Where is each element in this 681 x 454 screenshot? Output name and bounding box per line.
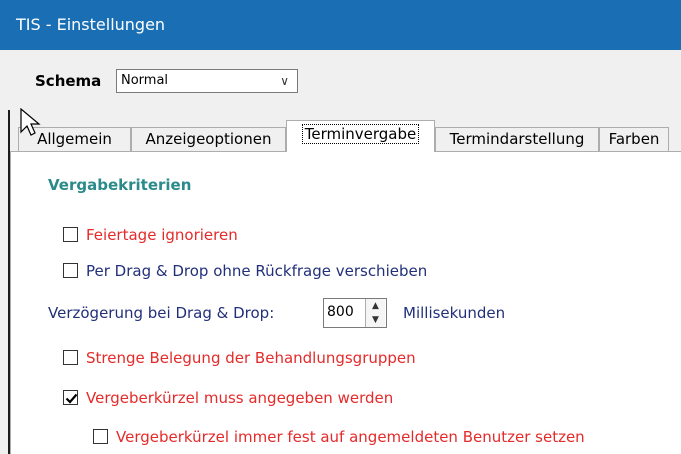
label-strenge: Strenge Belegung der Behandlungsgruppen	[86, 349, 416, 367]
tab-strip: Allgemein Anzeigeoptionen Terminvergabe …	[0, 118, 681, 152]
chevron-down-icon: ∨	[280, 74, 289, 88]
delay-spinbox[interactable]: 800 ▲ ▼	[323, 298, 387, 328]
tab-label: Farben	[608, 130, 660, 148]
tab-label: Termindarstellung	[449, 130, 585, 148]
tab-farben[interactable]: Farben	[599, 127, 669, 151]
tab-terminvergabe[interactable]: Terminvergabe	[286, 120, 435, 152]
mouse-pointer-icon	[20, 108, 41, 136]
label-dragdrop: Per Drag & Drop ohne Rückfrage verschieb…	[86, 262, 428, 280]
spin-up-icon[interactable]: ▲	[366, 299, 385, 314]
checkbox-feiertage[interactable]	[63, 227, 78, 242]
spin-down-icon[interactable]: ▼	[366, 313, 385, 327]
label-vergeber-fest: Vergeberkürzel immer fest auf angemeldet…	[116, 428, 585, 446]
schema-selected-value: Normal	[121, 73, 169, 88]
tab-label: Allgemein	[37, 130, 112, 148]
tab-label: Anzeigeoptionen	[145, 130, 272, 148]
label-feiertage: Feiertage ignorieren	[86, 226, 238, 244]
tab-label: Terminvergabe	[301, 124, 420, 144]
checkbox-vergeber[interactable]	[63, 390, 78, 405]
window-title: TIS - Einstellungen	[16, 15, 166, 34]
label-vergeber: Vergeberkürzel muss angegeben werden	[86, 389, 394, 407]
checkbox-vergeber-fest[interactable]	[93, 429, 108, 444]
schema-select[interactable]: Normal ∨	[116, 69, 298, 93]
delay-value: 800	[327, 304, 354, 320]
window-titlebar: TIS - Einstellungen	[0, 0, 681, 50]
schema-row: Schema Normal ∨	[0, 50, 681, 110]
checkbox-strenge[interactable]	[63, 350, 78, 365]
spin-buttons: ▲ ▼	[365, 299, 386, 327]
section-title: Vergabekriterien	[48, 176, 192, 194]
checkmark-icon	[65, 393, 78, 404]
tab-termindarstellung[interactable]: Termindarstellung	[435, 127, 599, 151]
schema-label: Schema	[35, 72, 102, 90]
checkbox-dragdrop[interactable]	[63, 263, 78, 278]
label-delay: Verzögerung bei Drag & Drop:	[48, 304, 275, 322]
tab-anzeigeoptionen[interactable]: Anzeigeoptionen	[131, 127, 286, 151]
label-delay-unit: Millisekunden	[403, 304, 506, 322]
